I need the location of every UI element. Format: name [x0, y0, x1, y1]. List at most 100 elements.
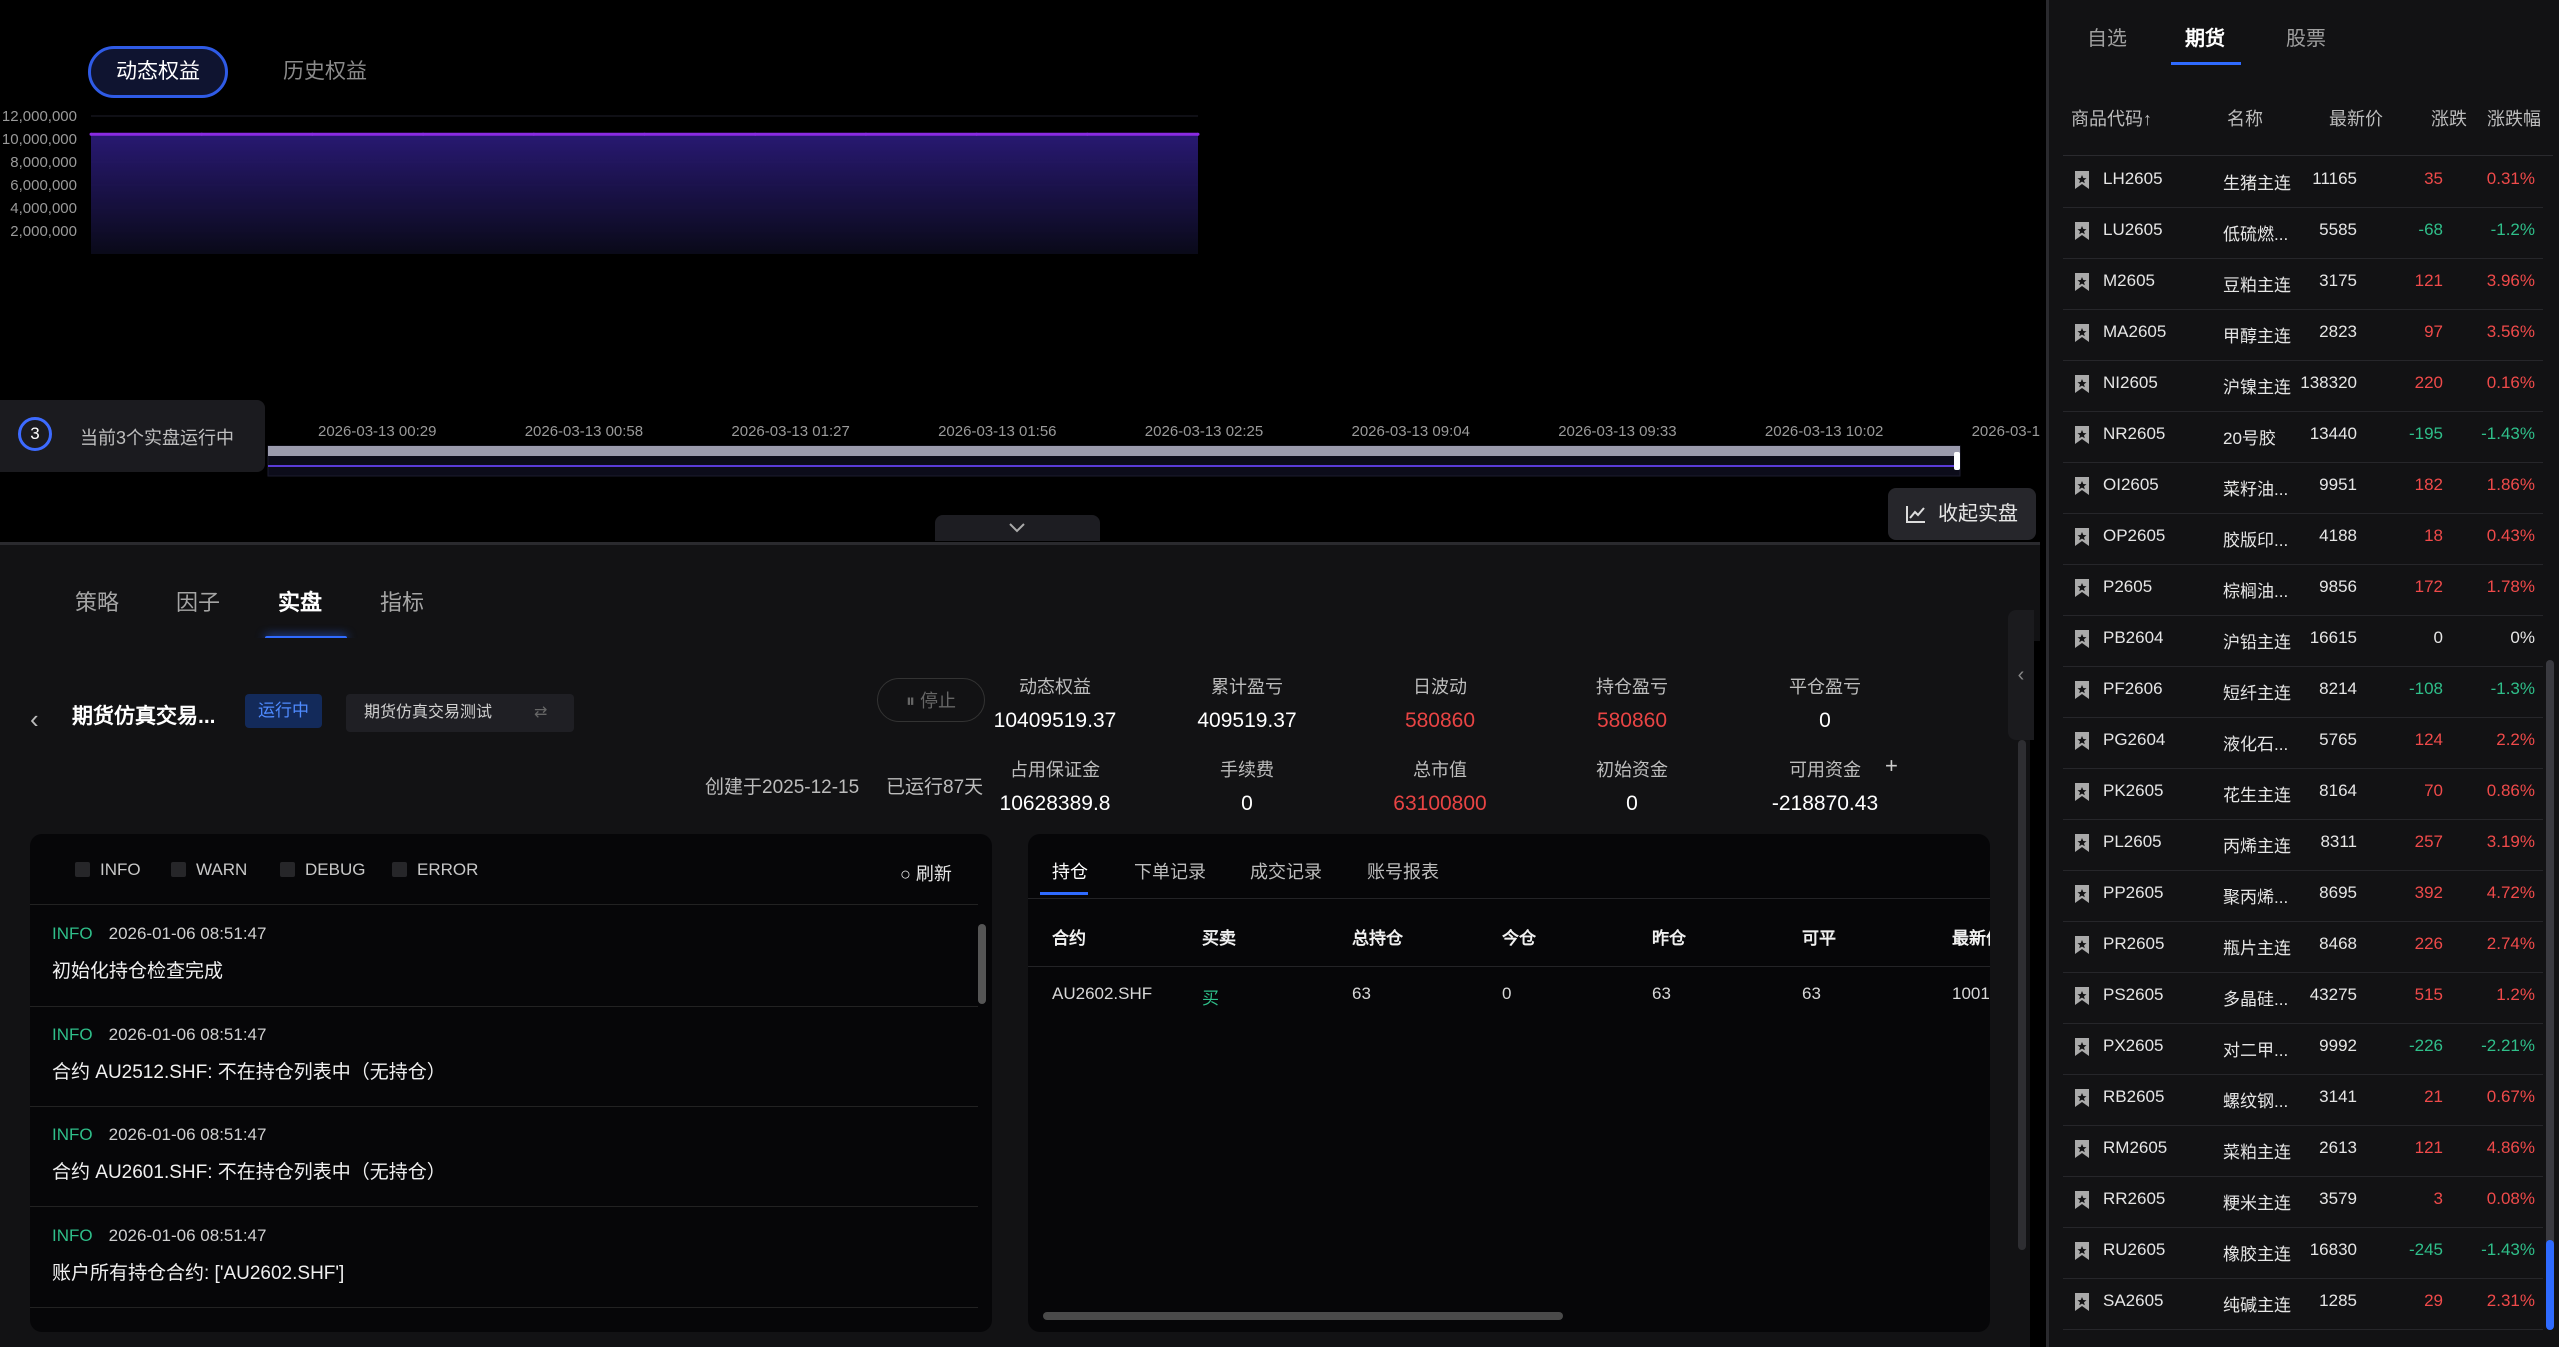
tab-account-report[interactable]: 账号报表 — [1367, 858, 1439, 884]
filter-error[interactable]: ERROR — [392, 860, 478, 880]
filter-debug[interactable]: DEBUG — [280, 860, 365, 880]
x-tick-label: 2026-03-13 01:27 — [731, 423, 849, 440]
tab-factor[interactable]: 因子 — [176, 585, 220, 617]
bookmark-icon[interactable] — [2073, 374, 2091, 394]
bookmark-icon[interactable] — [2073, 884, 2091, 904]
bookmark-icon[interactable] — [2073, 1139, 2091, 1159]
market-row[interactable]: PX2605 对二甲... 9992 -226 -2.21% — [2063, 1023, 2543, 1075]
market-row[interactable]: PL2605 丙烯主连 8311 257 3.19% — [2063, 819, 2543, 871]
tab-futures[interactable]: 期货 — [2185, 22, 2225, 51]
debug-checkbox[interactable] — [280, 862, 295, 877]
market-row[interactable]: PP2605 聚丙烯... 8695 392 4.72% — [2063, 870, 2543, 922]
bookmark-icon[interactable] — [2073, 1037, 2091, 1057]
collapse-chart-button[interactable] — [935, 515, 1100, 541]
market-row[interactable]: LH2605 生猪主连 11165 35 0.31% — [2063, 156, 2543, 208]
bookmark-icon[interactable] — [2073, 986, 2091, 1006]
bookmark-icon[interactable] — [2073, 782, 2091, 802]
bookmark-icon[interactable] — [2073, 221, 2091, 241]
market-row[interactable]: RU2605 橡胶主连 16830 -245 -1.43% — [2063, 1227, 2543, 1279]
bookmark-icon[interactable] — [2073, 680, 2091, 700]
metric-label: 动态权益 — [1019, 677, 1091, 697]
market-row[interactable]: P2605 棕榈油... 9856 172 1.78% — [2063, 564, 2543, 616]
market-scrollbar-thumb[interactable] — [2546, 1240, 2554, 1330]
fold-live-button[interactable]: 收起实盘 — [1888, 488, 2036, 540]
running-indicator[interactable]: 3 当前3个实盘运行中 — [0, 400, 265, 472]
bookmark-icon[interactable] — [2073, 578, 2091, 598]
bookmark-icon[interactable] — [2073, 1088, 2091, 1108]
market-row[interactable]: PR2605 瓶片主连 8468 226 2.74% — [2063, 921, 2543, 973]
warn-checkbox[interactable] — [171, 862, 186, 877]
tab-live[interactable]: 实盘 — [278, 585, 322, 617]
filter-info[interactable]: INFO — [75, 860, 141, 880]
metric-value: 580860 — [1404, 709, 1476, 732]
bookmark-icon[interactable] — [2073, 425, 2091, 445]
chevron-down-icon — [1009, 523, 1025, 533]
market-row[interactable]: RB2605 螺纹钢... 3141 21 0.67% — [2063, 1074, 2543, 1126]
market-row[interactable]: MA2605 甲醇主连 2823 97 3.56% — [2063, 309, 2543, 361]
bookmark-icon[interactable] — [2073, 1292, 2091, 1312]
pause-icon: ⏸ — [905, 691, 915, 711]
tab-trades[interactable]: 成交记录 — [1250, 858, 1322, 884]
market-row[interactable]: NR2605 20号胶 13440 -195 -1.43% — [2063, 411, 2543, 463]
market-name: 沪镍主连 — [2223, 378, 2291, 397]
bookmark-icon[interactable] — [2073, 527, 2091, 547]
bookmark-icon[interactable] — [2073, 935, 2091, 955]
market-pct: 0.67% — [2486, 1087, 2535, 1106]
bookmark-icon[interactable] — [2073, 272, 2091, 292]
market-chg: 35 — [2424, 169, 2443, 188]
col-total: 总持仓 — [1352, 929, 1403, 948]
bookmark-icon[interactable] — [2073, 629, 2091, 649]
market-row[interactable]: NI2605 沪镍主连 138320 220 0.16% — [2063, 360, 2543, 412]
tab-positions[interactable]: 持仓 — [1052, 858, 1088, 884]
metric-label: 手续费 — [1220, 760, 1274, 780]
market-price: 11165 — [2312, 169, 2357, 188]
bookmark-icon[interactable] — [2073, 1241, 2091, 1261]
zoom-slider-window[interactable] — [268, 446, 1960, 456]
log-entry: INFO 2026-01-06 08:51:47 账户所有持仓合约: ['AU26… — [52, 1226, 952, 1285]
market-row[interactable]: PG2604 液化石... 5765 124 2.2% — [2063, 717, 2543, 769]
market-row[interactable]: PS2605 多晶硅... 43275 515 1.2% — [2063, 972, 2543, 1024]
filter-warn[interactable]: WARN — [171, 860, 247, 880]
filter-info-label: INFO — [100, 860, 141, 879]
tab-strategy[interactable]: 策略 — [75, 585, 119, 617]
col-side: 买卖 — [1202, 929, 1236, 948]
market-row[interactable]: SA2605 纯碱主连 1285 29 2.31% — [2063, 1278, 2543, 1330]
market-code: PR2605 — [2103, 934, 2165, 953]
refresh-button[interactable]: ○ 刷新 — [900, 860, 952, 886]
market-row[interactable]: RM2605 菜粕主连 2613 121 4.86% — [2063, 1125, 2543, 1177]
positions-hscrollbar[interactable] — [1043, 1312, 1563, 1320]
info-checkbox[interactable] — [75, 862, 90, 877]
add-funds-icon[interactable]: + — [1885, 753, 1898, 779]
tab-indicator[interactable]: 指标 — [380, 585, 424, 617]
bookmark-icon[interactable] — [2073, 170, 2091, 190]
market-name: 菜粕主连 — [2223, 1143, 2291, 1162]
filter-debug-label: DEBUG — [305, 860, 366, 879]
vertical-scrollbar[interactable] — [2018, 740, 2026, 1250]
bookmark-icon[interactable] — [2073, 323, 2091, 343]
bookmark-icon[interactable] — [2073, 731, 2091, 751]
market-scrollbar-track[interactable] — [2546, 660, 2554, 1325]
tab-stocks[interactable]: 股票 — [2286, 22, 2326, 51]
market-row[interactable]: PB2604 沪铅主连 16615 0 0% — [2063, 615, 2543, 667]
log-scrollbar[interactable] — [978, 924, 986, 1004]
market-row[interactable]: OI2605 菜籽油... 9951 182 1.86% — [2063, 462, 2543, 514]
tab-watchlist[interactable]: 自选 — [2087, 22, 2127, 51]
error-checkbox[interactable] — [392, 862, 407, 877]
market-row[interactable]: RR2605 粳米主连 3579 3 0.08% — [2063, 1176, 2543, 1228]
zoom-slider-handle[interactable] — [1954, 452, 1960, 470]
market-row[interactable]: LU2605 低硫燃... 5585 -68 -1.2% — [2063, 207, 2543, 259]
market-row[interactable]: M2605 豆粕主连 3175 121 3.96% — [2063, 258, 2543, 310]
bookmark-icon[interactable] — [2073, 833, 2091, 853]
market-row[interactable]: OP2605 胶版印... 4188 18 0.43% — [2063, 513, 2543, 565]
created-date: 创建于2025-12-15 — [705, 777, 860, 798]
bookmark-icon[interactable] — [2073, 1190, 2091, 1210]
back-arrow-icon[interactable]: ‹ — [30, 704, 39, 735]
strategy-selector[interactable]: 期货仿真交易测试 ⇄ — [346, 694, 574, 732]
side-panel-handle[interactable]: ‹ — [2008, 610, 2034, 740]
bookmark-icon[interactable] — [2073, 476, 2091, 496]
market-row[interactable]: PK2605 花生主连 8164 70 0.86% — [2063, 768, 2543, 820]
market-row[interactable]: PF2606 短纤主连 8214 -108 -1.3% — [2063, 666, 2543, 718]
col-code[interactable]: 商品代码↑ — [2071, 105, 2152, 131]
tab-orders[interactable]: 下单记录 — [1134, 858, 1206, 884]
market-chg: 121 — [2414, 271, 2443, 290]
